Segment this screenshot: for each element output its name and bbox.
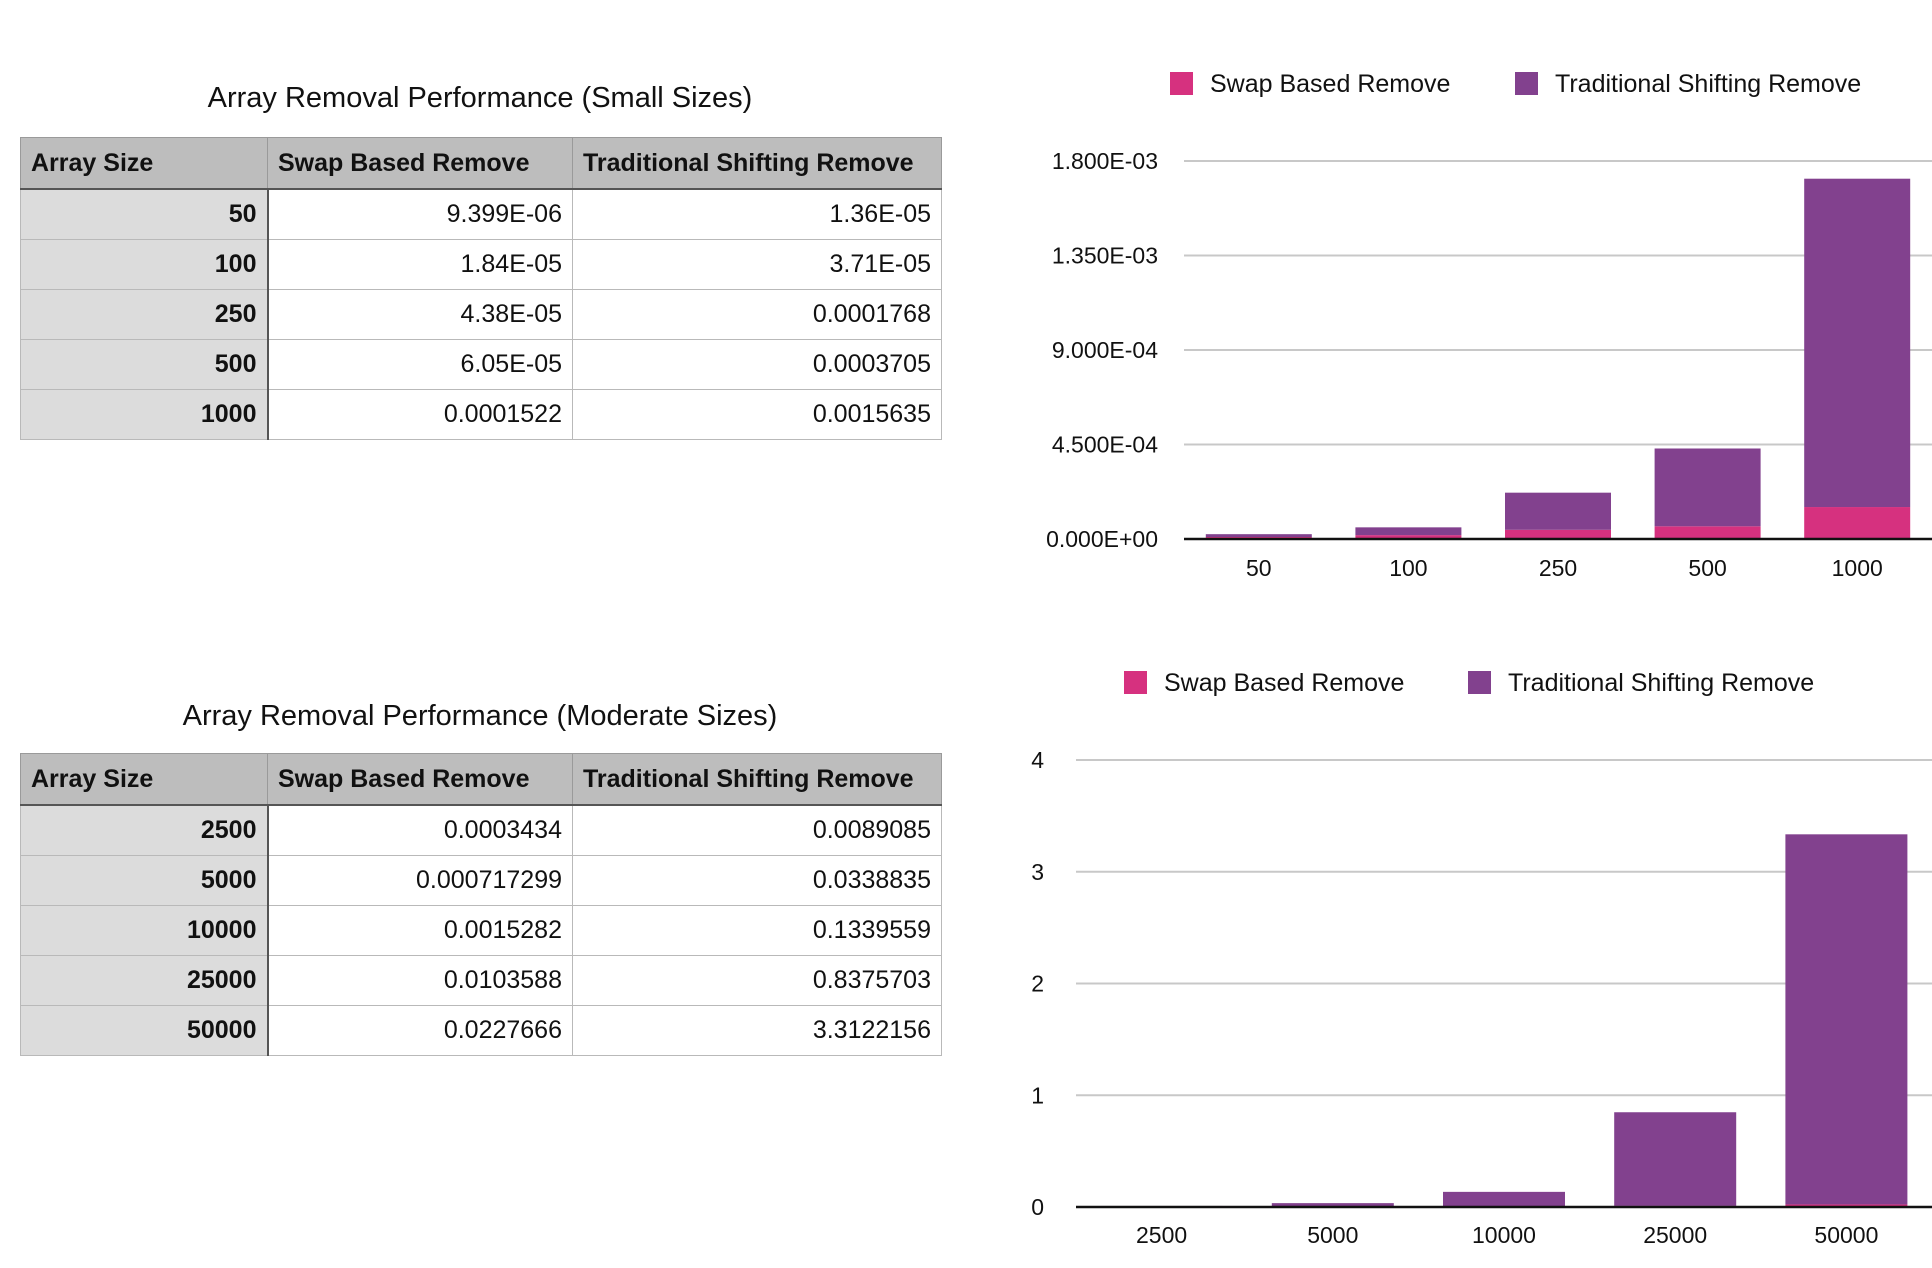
- y-tick-label: 4: [1031, 747, 1044, 773]
- table-cell: 0.0003434: [267, 804, 573, 856]
- table-cell: 1.36E-05: [572, 188, 942, 240]
- legend-swatch: [1515, 72, 1538, 95]
- bar-segment: [1654, 526, 1761, 539]
- bar-segment: [1614, 1112, 1737, 1206]
- legend-item: Swap Based Remove: [1124, 669, 1404, 697]
- table-cell: 3.71E-05: [572, 239, 942, 290]
- bar-segment: [1205, 534, 1312, 538]
- bar-segment: [1654, 448, 1761, 527]
- table-row: 1000 0.0001522 0.0015635: [20, 389, 942, 440]
- table-cell: 0.0001768: [572, 289, 942, 340]
- row-header: 50: [20, 188, 269, 240]
- row-header: 2500: [20, 804, 269, 856]
- table-moderate-title: Array Removal Performance (Moderate Size…: [182, 700, 778, 732]
- legend-item: Swap Based Remove: [1170, 70, 1450, 98]
- x-tick-label: 500: [1688, 555, 1726, 581]
- x-tick-label: 250: [1539, 555, 1577, 581]
- table-row: 25000 0.0103588 0.8375703: [20, 955, 942, 1006]
- legend-label: Traditional Shifting Remove: [1508, 669, 1814, 697]
- x-tick-label: 10000: [1472, 1222, 1536, 1248]
- legend-item: Traditional Shifting Remove: [1515, 70, 1861, 98]
- x-tick-label: 5000: [1307, 1222, 1358, 1248]
- table-cell: 0.0089085: [572, 804, 942, 856]
- y-tick-label: 1.800E-03: [1052, 148, 1158, 174]
- table-cell: 0.0227666: [267, 1005, 573, 1056]
- y-tick-label: 0.000E+00: [1046, 526, 1158, 552]
- bar-segment: [1505, 529, 1611, 539]
- table-row: 50 9.399E-06 1.36E-05: [20, 188, 942, 240]
- y-tick-label: 9.000E-04: [1052, 337, 1158, 363]
- row-header: 100: [20, 239, 269, 290]
- y-tick-label: 4.500E-04: [1052, 432, 1158, 458]
- table-cell: 0.0015635: [572, 389, 942, 440]
- x-tick-label: 100: [1389, 555, 1427, 581]
- table-cell: 4.38E-05: [267, 289, 573, 340]
- column-header: Traditional Shifting Remove: [572, 753, 942, 806]
- table-small-title: Array Removal Performance (Small Sizes): [207, 82, 753, 114]
- table-cell: 0.0001522: [267, 389, 573, 440]
- x-tick-label: 2500: [1136, 1222, 1187, 1248]
- bar-segment: [1785, 834, 1908, 1205]
- y-tick-label: 2: [1031, 971, 1044, 997]
- legend-swatch: [1124, 671, 1147, 694]
- table-cell: 6.05E-05: [267, 339, 573, 390]
- column-header: Swap Based Remove: [267, 137, 573, 190]
- table-cell: 9.399E-06: [267, 188, 573, 240]
- table-header-row: Array Size Swap Based Remove Traditional…: [20, 137, 942, 190]
- bar-segment: [1505, 492, 1611, 530]
- chart-moderate-sizes: Swap Based Remove Traditional Shifting Re…: [1031, 669, 1932, 1248]
- table-cell: 1.84E-05: [267, 239, 573, 290]
- legend-label: Traditional Shifting Remove: [1555, 70, 1861, 98]
- table-cell: 0.0003705: [572, 339, 942, 390]
- row-header: 50000: [20, 1005, 269, 1056]
- bar-segment: [1355, 527, 1462, 536]
- table-row: 10000 0.0015282 0.1339559: [20, 905, 942, 956]
- table-row: 500 6.05E-05 0.0003705: [20, 339, 942, 390]
- bar-segment: [1443, 1191, 1565, 1207]
- table-cell: 0.8375703: [572, 955, 942, 1006]
- legend-label: Swap Based Remove: [1210, 70, 1450, 98]
- column-header: Swap Based Remove: [267, 753, 573, 806]
- table-row: 5000 0.000717299 0.0338835: [20, 855, 942, 906]
- table-cell: 0.000717299: [267, 855, 573, 906]
- y-tick-label: 1: [1031, 1082, 1044, 1108]
- chart-small-sizes: Swap Based Remove Traditional Shifting Re…: [1046, 70, 1932, 581]
- table-row: 250 4.38E-05 0.0001768: [20, 289, 942, 340]
- table-row: 2500 0.0003434 0.0089085: [20, 804, 942, 856]
- row-header: 25000: [20, 955, 269, 1006]
- row-header: 5000: [20, 855, 269, 906]
- y-tick-label: 0: [1031, 1194, 1044, 1220]
- row-header: 1000: [20, 389, 269, 440]
- x-tick-label: 25000: [1643, 1222, 1707, 1248]
- bar-segment: [1804, 507, 1911, 539]
- column-header: Array Size: [20, 137, 268, 190]
- y-tick-label: 1.350E-03: [1052, 243, 1158, 269]
- row-header: 500: [20, 339, 269, 390]
- x-tick-label: 50000: [1814, 1222, 1878, 1248]
- x-tick-label: 1000: [1832, 555, 1883, 581]
- table-row: 50000 0.0227666 3.3122156: [20, 1005, 942, 1056]
- bar-segment: [1804, 178, 1911, 508]
- table-cell: 0.1339559: [572, 905, 942, 956]
- legend-label: Swap Based Remove: [1164, 669, 1404, 697]
- table-moderate: Array Size Swap Based Remove Traditional…: [20, 753, 942, 1056]
- table-cell: 0.0338835: [572, 855, 942, 906]
- y-tick-label: 3: [1031, 859, 1044, 885]
- table-small: Array Size Swap Based Remove Traditional…: [20, 137, 942, 440]
- x-tick-label: 50: [1246, 555, 1272, 581]
- legend-swatch: [1170, 72, 1193, 95]
- table-row: 100 1.84E-05 3.71E-05: [20, 239, 942, 290]
- table-cell: 3.3122156: [572, 1005, 942, 1056]
- legend-item: Traditional Shifting Remove: [1468, 669, 1814, 697]
- table-cell: 0.0015282: [267, 905, 573, 956]
- column-header: Array Size: [20, 753, 268, 806]
- table-header-row: Array Size Swap Based Remove Traditional…: [20, 753, 942, 806]
- legend-swatch: [1468, 671, 1491, 694]
- row-header: 250: [20, 289, 269, 340]
- row-header: 10000: [20, 905, 269, 956]
- table-cell: 0.0103588: [267, 955, 573, 1006]
- column-header: Traditional Shifting Remove: [572, 137, 942, 190]
